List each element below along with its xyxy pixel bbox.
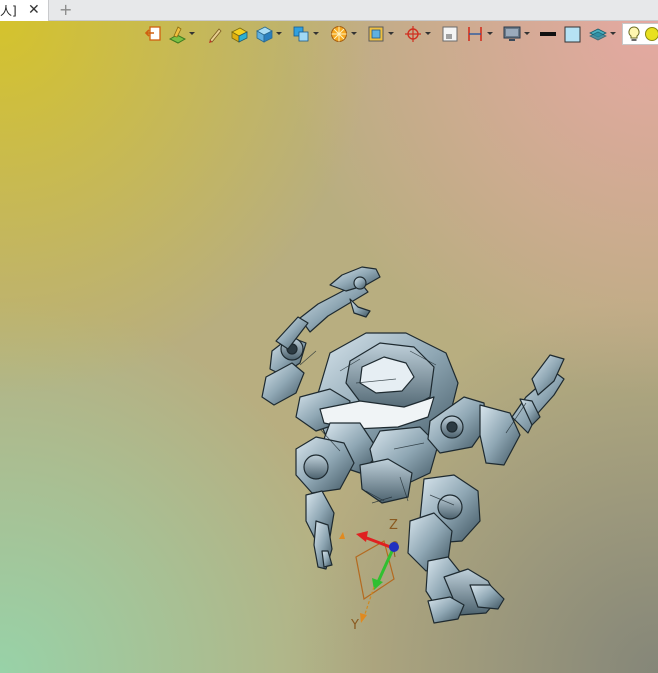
close-icon[interactable]: ✕ — [28, 1, 40, 19]
axis-triad[interactable] — [339, 531, 399, 623]
z-axis-label: Z — [389, 518, 398, 533]
tab-label: 器人] — [0, 4, 17, 18]
tab-bar: 器人] ✕ + — [0, 0, 658, 21]
new-tab-button[interactable]: + — [59, 0, 72, 20]
right-leg — [407, 474, 505, 624]
y-axis-label: Y — [350, 618, 359, 633]
robot-3d-model[interactable]: Z Y — [0, 21, 658, 673]
3d-viewport[interactable]: Z Y — [0, 21, 658, 673]
document-tab[interactable]: 器人] ✕ — [0, 0, 49, 21]
left-leg — [295, 436, 355, 570]
